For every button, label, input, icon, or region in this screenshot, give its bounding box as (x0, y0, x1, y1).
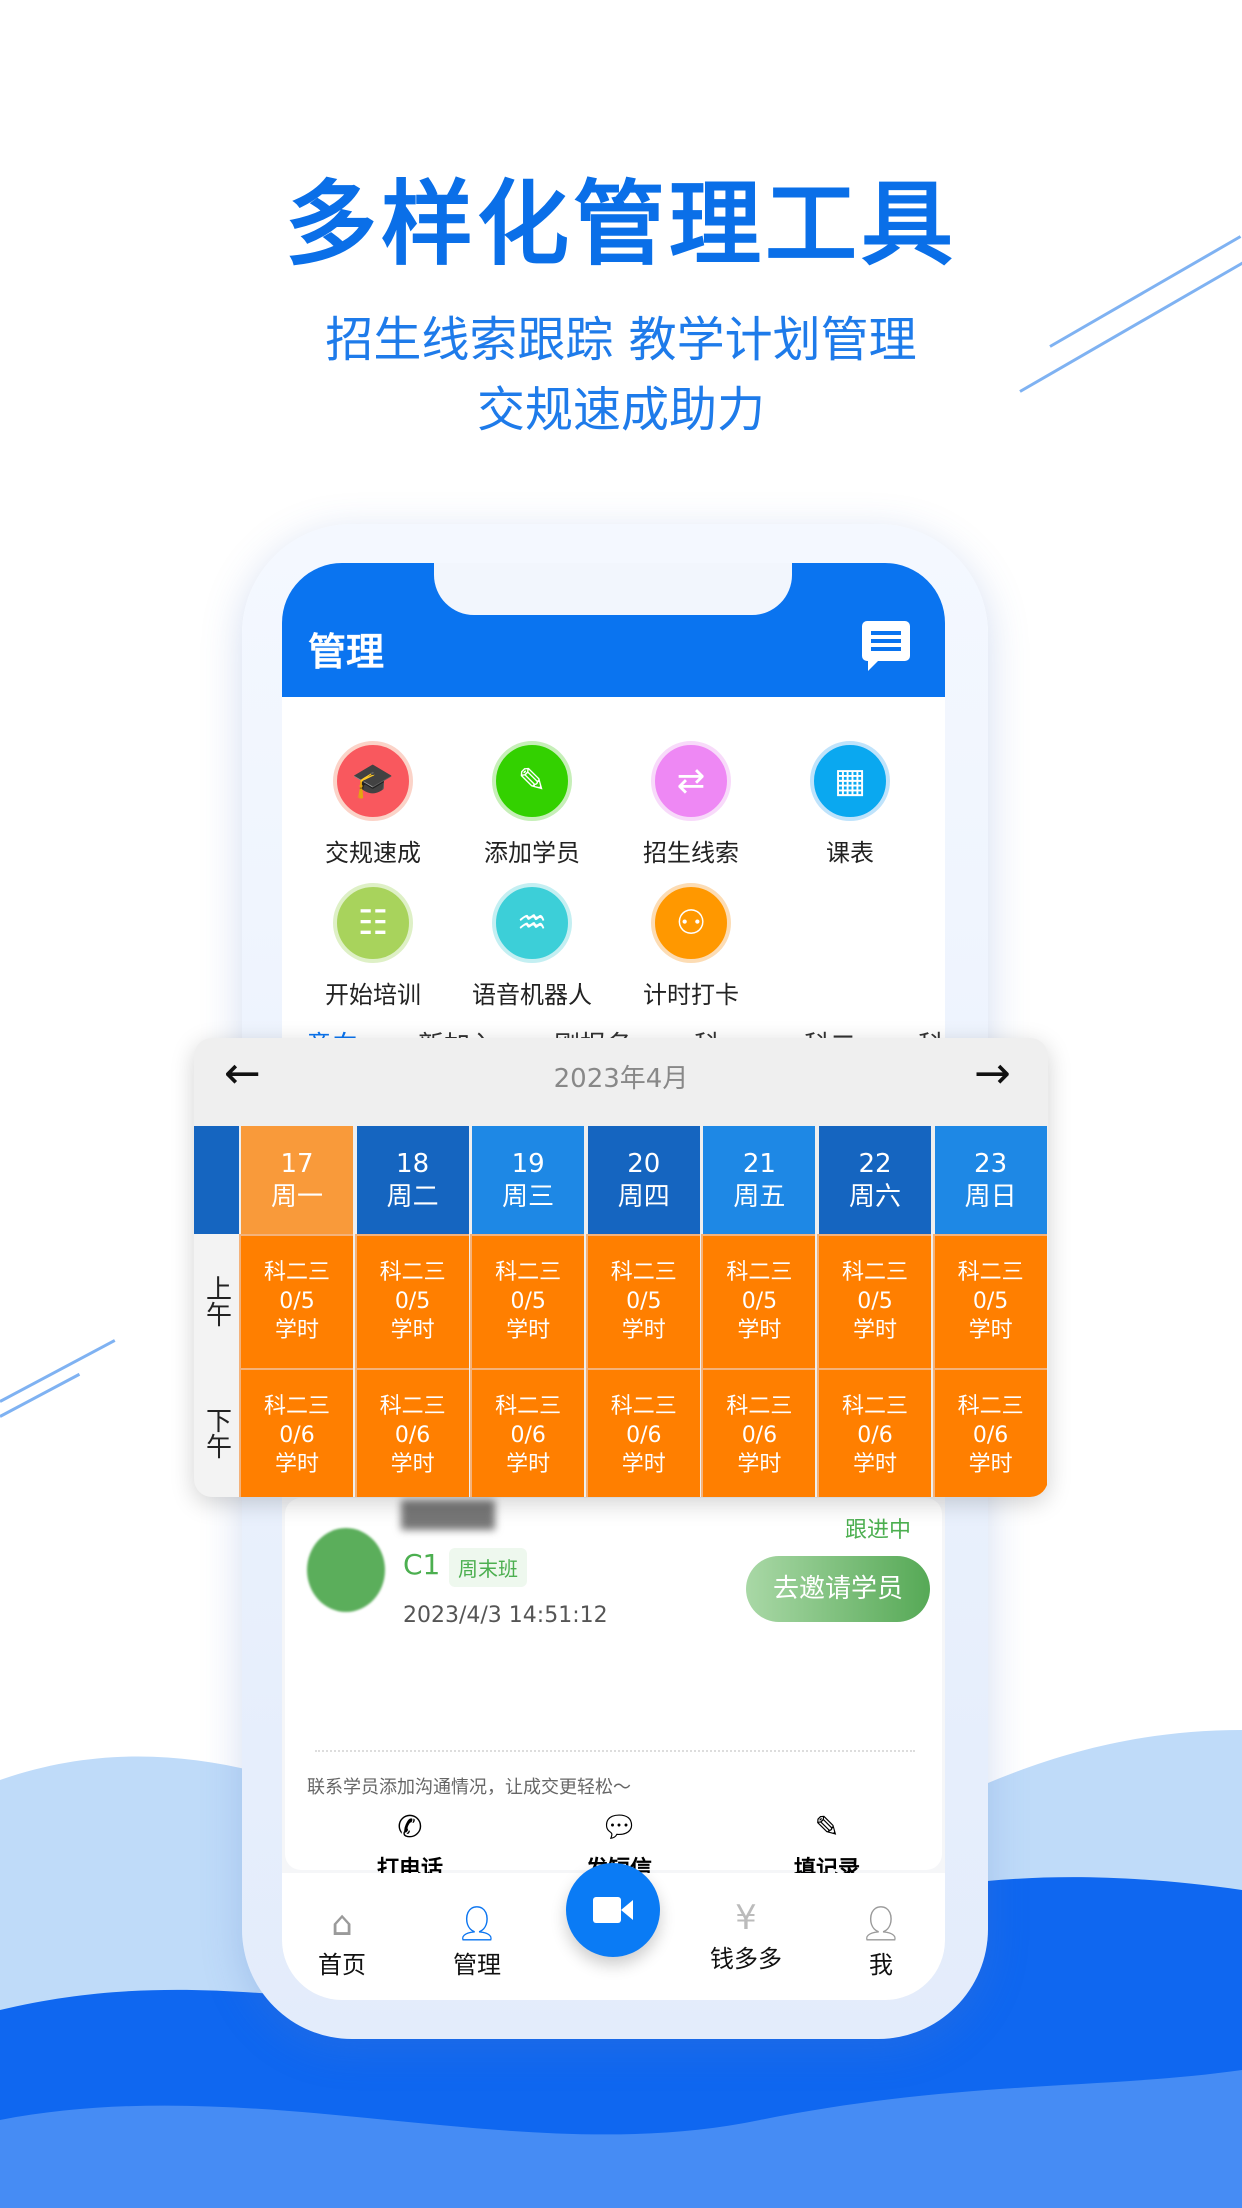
am-slot[interactable]: 科二三 0/5 学时 (817, 1234, 931, 1368)
promo-subtitle: 交规速成助力 (476, 382, 765, 438)
day-header[interactable]: 18 周二 (354, 1126, 469, 1234)
video-button[interactable] (566, 1863, 660, 1957)
next-week-arrow-icon[interactable]: → (974, 1048, 1011, 1099)
pm-slot[interactable]: 科二三 0/6 学时 (239, 1368, 353, 1497)
divider (315, 1750, 915, 1752)
student-car-icon: ⚇ (651, 883, 731, 963)
am-slot[interactable]: 科二三 0/5 学时 (470, 1234, 585, 1368)
video-camera-icon (593, 1897, 633, 1923)
status-badge: 跟进中 (845, 1518, 912, 1543)
week-schedule-popup: ← 2023年4月 → 17 周一 科二三 0/5 学时 科二三 0/6 学时 18 周二 科二三 0… (194, 1038, 1048, 1497)
user-icon: 👤︎ (859, 1904, 903, 1944)
bottom-nav: ⌂ 首页 👤︎ 管理 ¥ 钱多多 👤︎ 我 (282, 1863, 945, 2000)
corner-cell (194, 1126, 239, 1234)
avatar (307, 1528, 385, 1612)
manage-icon: 👤︎ (455, 1904, 499, 1944)
money-bag-icon: ¥ (735, 1898, 757, 1938)
pm-slot[interactable]: 科二三 0/6 学时 (470, 1368, 585, 1497)
page-title: 管理 (308, 630, 385, 674)
phone-notch (434, 563, 792, 615)
flow-icon: ⇄ (651, 741, 731, 821)
am-slot[interactable]: 科二三 0/5 学时 (701, 1234, 816, 1368)
graduation-cap-icon: 🎓 (333, 741, 413, 821)
invite-student-button[interactable]: 去邀请学员 (746, 1556, 930, 1622)
am-slot[interactable]: 科二三 0/5 学时 (354, 1234, 469, 1368)
hint-text: 联系学员添加沟通情况，让成交更轻松～ (307, 1777, 631, 1798)
tool-voice-robot[interactable]: ♒ 语音机器人 (457, 883, 607, 1010)
day-header[interactable]: 19 周三 (470, 1126, 585, 1234)
day-header[interactable]: 17 周一 (239, 1126, 353, 1234)
pm-slot[interactable]: 科二三 0/6 学时 (701, 1368, 816, 1497)
pen-icon: ✎ (492, 741, 572, 821)
license-type: C1 (403, 1548, 441, 1581)
day-header[interactable]: 23 周日 (932, 1126, 1047, 1234)
decor-line (0, 1339, 116, 1403)
promo-title: 多样化管理工具 (284, 171, 957, 278)
pm-slot[interactable]: 科二三 0/6 学时 (354, 1368, 469, 1497)
tool-grid: 🎓 交规速成 ✎ 添加学员 ⇄ 招生线索 ▦ 课表 ☷ 开始培训 ♒ 语音机器人 ⚇ 计时打卡 (282, 697, 945, 1010)
day-header[interactable]: 21 周五 (701, 1126, 816, 1234)
student-name-blurred (401, 1500, 495, 1530)
edit-icon: ✎ (814, 1810, 840, 1845)
am-slot[interactable]: 科二三 0/5 学时 (585, 1234, 700, 1368)
calendar-month: 2023年4月 (553, 1064, 689, 1094)
tool-schedule[interactable]: ▦ 课表 (775, 741, 925, 868)
tool-leads[interactable]: ⇄ 招生线索 (616, 741, 766, 868)
created-time: 2023/4/3 14:51:12 (403, 1603, 608, 1628)
calendar-icon: ▦ (810, 741, 890, 821)
sms-icon: 💬︎ (599, 1810, 639, 1845)
am-label: 上午 (194, 1234, 239, 1368)
student-card[interactable]: C1 周末班 2023/4/3 14:51:12 跟进中 去邀请学员 联系学员添… (285, 1498, 942, 1882)
tool-traffic-rules[interactable]: 🎓 交规速成 (298, 741, 448, 868)
am-slot[interactable]: 科二三 0/5 学时 (932, 1234, 1047, 1368)
phone-icon: ✆ (397, 1810, 423, 1845)
day-header[interactable]: 22 周六 (817, 1126, 931, 1234)
am-slot[interactable]: 科二三 0/5 学时 (239, 1234, 353, 1368)
tool-add-student[interactable]: ✎ 添加学员 (457, 741, 607, 868)
home-icon: ⌂ (331, 1904, 353, 1944)
pm-slot[interactable]: 科二三 0/6 学时 (817, 1368, 931, 1497)
pm-label: 下午 (194, 1368, 239, 1497)
pm-slot[interactable]: 科二三 0/6 学时 (932, 1368, 1047, 1497)
pm-slot[interactable]: 科二三 0/6 学时 (585, 1368, 700, 1497)
nav-money[interactable]: ¥ 钱多多 (691, 1897, 801, 1974)
nav-me[interactable]: 👤︎ 我 (826, 1903, 936, 1980)
nav-manage[interactable]: 👤︎ 管理 (422, 1903, 532, 1980)
day-header[interactable]: 20 周四 (585, 1126, 700, 1234)
app-header: 管理 (282, 563, 945, 697)
nav-home[interactable]: ⌂ 首页 (287, 1903, 397, 1980)
message-icon[interactable] (862, 621, 910, 671)
tool-timer-clock-in[interactable]: ⚇ 计时打卡 (616, 883, 766, 1010)
promo-subtitle: 招生线索跟踪 教学计划管理 (325, 312, 917, 368)
tool-start-training[interactable]: ☷ 开始培训 (298, 883, 448, 1010)
class-tag: 周末班 (449, 1548, 527, 1587)
robot-icon: ♒ (492, 883, 572, 963)
trainer-icon: ☷ (333, 883, 413, 963)
